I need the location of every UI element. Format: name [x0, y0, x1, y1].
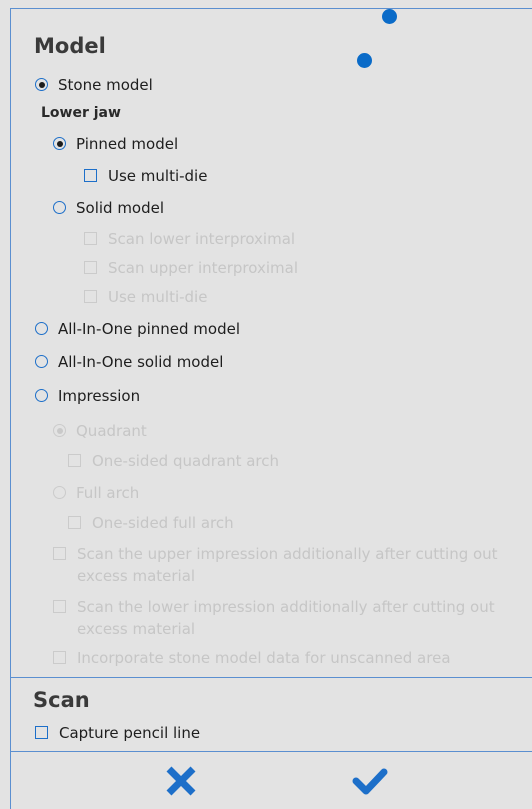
one-sided-quadrant-arch-checkbox: One-sided quadrant arch: [68, 450, 279, 472]
capture-pencil-line-label: Capture pencil line: [59, 724, 201, 742]
checkbox-icon: [68, 454, 81, 467]
checkbox-icon: [68, 516, 81, 529]
full-arch-radio: Full arch: [53, 482, 139, 504]
stone-model-radio[interactable]: Stone model: [35, 74, 153, 96]
checkbox-icon: [84, 261, 97, 274]
pinned-model-label: Pinned model: [76, 135, 179, 153]
checkbox-icon: [53, 547, 66, 560]
scan-upper-interproximal-label: Scan upper interproximal: [108, 259, 298, 277]
drag-handle-dot[interactable]: [357, 53, 372, 68]
confirm-button[interactable]: [340, 759, 400, 803]
all-in-one-pinned-label: All-In-One pinned model: [58, 320, 241, 338]
radio-icon: [35, 355, 48, 368]
one-sided-full-arch-checkbox: One-sided full arch: [68, 512, 234, 534]
scan-lower-interproximal-label: Scan lower interproximal: [108, 230, 296, 248]
use-multi-die-solid-label: Use multi-die: [108, 288, 208, 306]
incorporate-stone-model-checkbox: Incorporate stone model data for unscann…: [53, 647, 451, 669]
checkbox-icon: [53, 600, 66, 613]
checkmark-icon: [352, 768, 388, 795]
radio-selected-icon: [53, 424, 66, 437]
checkbox-icon: [53, 651, 66, 664]
footer-divider: [10, 751, 532, 752]
all-in-one-pinned-radio[interactable]: All-In-One pinned model: [35, 318, 240, 340]
close-icon: [166, 766, 196, 796]
solid-model-label: Solid model: [76, 199, 165, 217]
quadrant-radio: Quadrant: [53, 420, 147, 442]
radio-icon: [53, 486, 66, 499]
scan-upper-impression-label: Scan the upper impression additionally a…: [77, 545, 498, 585]
panel-left-border: [10, 8, 11, 809]
incorporate-stone-model-label: Incorporate stone model data for unscann…: [77, 649, 451, 667]
scan-lower-impression-checkbox: Scan the lower impression additionally a…: [53, 596, 523, 640]
scan-upper-interproximal-checkbox: Scan upper interproximal: [84, 257, 298, 279]
impression-label: Impression: [58, 387, 141, 405]
pinned-model-radio[interactable]: Pinned model: [53, 133, 178, 155]
one-sided-full-arch-label: One-sided full arch: [92, 514, 234, 532]
radio-selected-icon: [35, 78, 48, 91]
checkbox-icon: [84, 290, 97, 303]
all-in-one-solid-radio[interactable]: All-In-One solid model: [35, 351, 223, 373]
cancel-button[interactable]: [151, 759, 211, 803]
capture-pencil-line-checkbox[interactable]: Capture pencil line: [35, 722, 200, 744]
checkbox-icon: [84, 169, 97, 182]
radio-selected-icon: [53, 137, 66, 150]
scan-lower-interproximal-checkbox: Scan lower interproximal: [84, 228, 295, 250]
quadrant-label: Quadrant: [76, 422, 147, 440]
radio-icon: [35, 389, 48, 402]
stone-model-label: Stone model: [58, 76, 153, 94]
one-sided-quadrant-arch-label: One-sided quadrant arch: [92, 452, 280, 470]
scan-section-title: Scan: [33, 688, 90, 712]
use-multi-die-label: Use multi-die: [108, 167, 208, 185]
use-multi-die-solid-checkbox: Use multi-die: [84, 286, 207, 308]
checkbox-icon: [84, 232, 97, 245]
radio-icon: [53, 201, 66, 214]
model-scan-settings-panel: Model Stone model Lower jaw Pinned model…: [0, 0, 532, 809]
checkbox-icon: [35, 726, 48, 739]
full-arch-label: Full arch: [76, 484, 140, 502]
drag-handle-dot[interactable]: [382, 9, 397, 24]
use-multi-die-checkbox[interactable]: Use multi-die: [84, 165, 207, 187]
section-divider: [10, 677, 532, 678]
model-section-title: Model: [34, 34, 106, 58]
impression-radio[interactable]: Impression: [35, 385, 140, 407]
scan-upper-impression-checkbox: Scan the upper impression additionally a…: [53, 543, 523, 587]
all-in-one-solid-label: All-In-One solid model: [58, 353, 224, 371]
lower-jaw-heading: Lower jaw: [41, 105, 121, 121]
scan-lower-impression-label: Scan the lower impression additionally a…: [77, 598, 495, 638]
solid-model-radio[interactable]: Solid model: [53, 197, 164, 219]
radio-icon: [35, 322, 48, 335]
panel-top-border: [10, 8, 532, 9]
